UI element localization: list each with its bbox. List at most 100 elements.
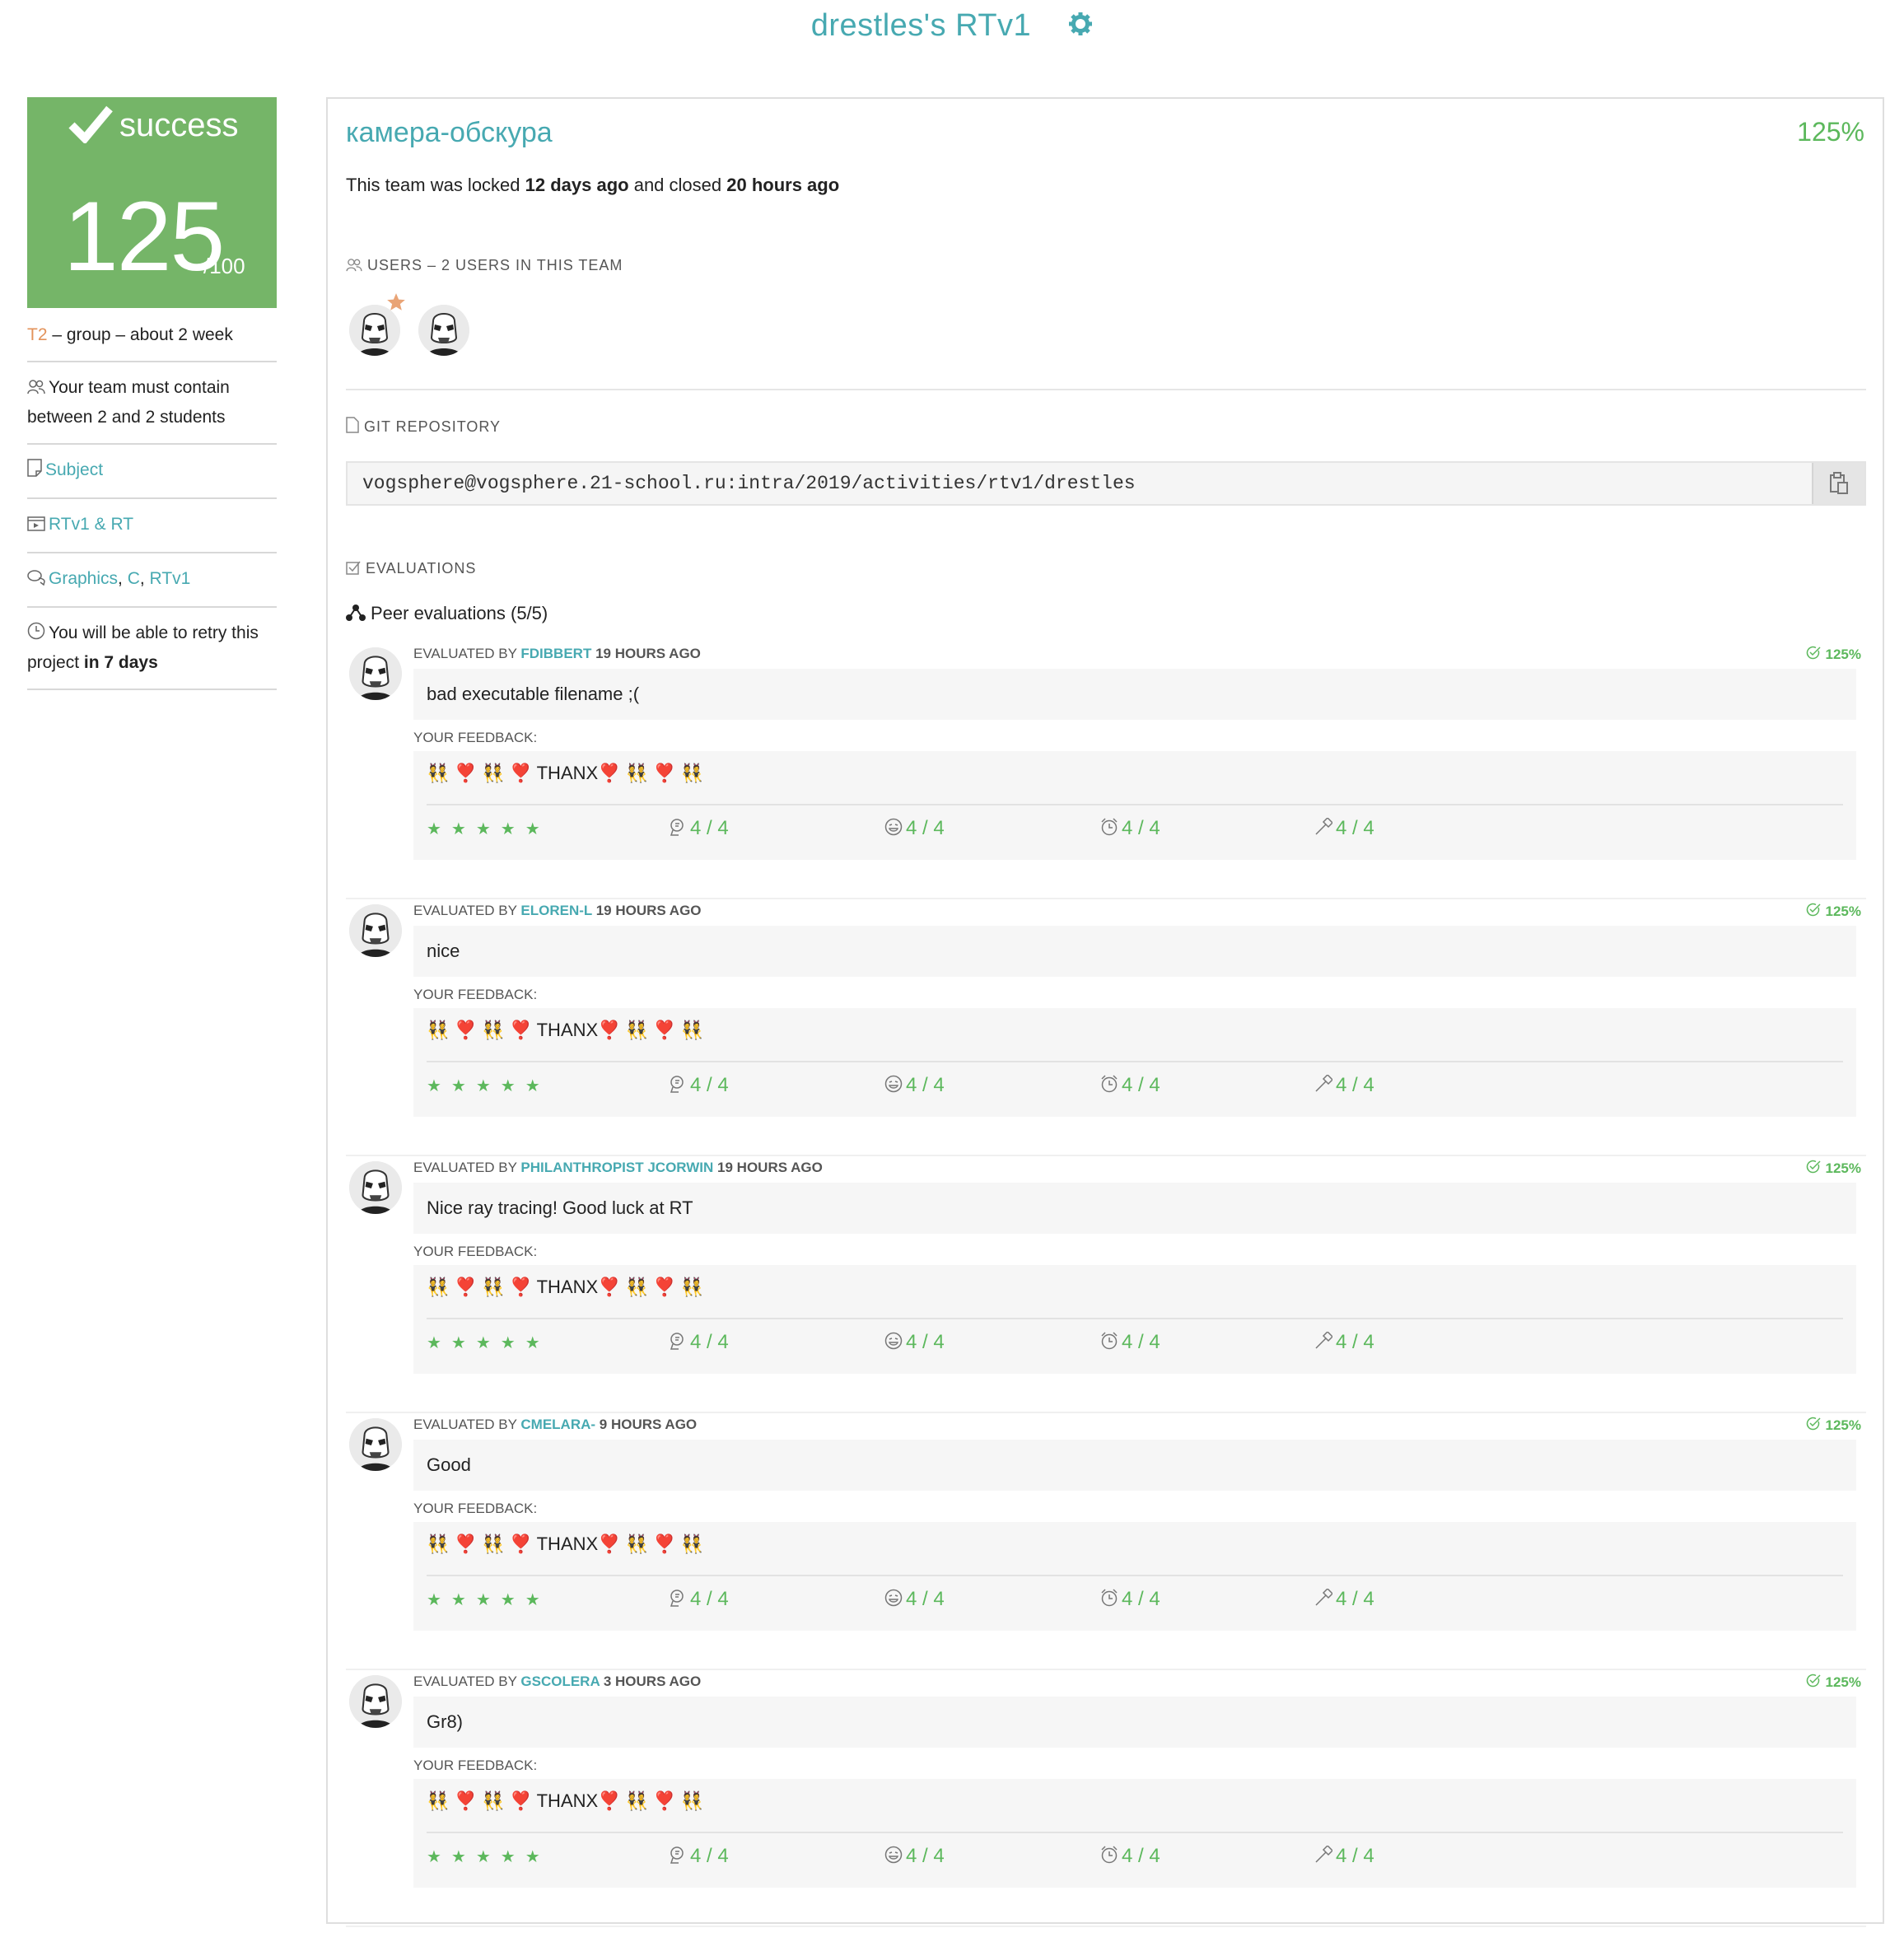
evaluation-item: EVALUATED BY FDIBBERT 19 HOURS AGO 125% … <box>346 642 1866 899</box>
evaluator-avatar[interactable] <box>349 1161 402 1214</box>
evaluator-login[interactable]: PHILANTHROPIST JCORWIN <box>520 1160 713 1175</box>
evaluator-login[interactable]: ELOREN-L <box>520 903 592 918</box>
check-circle-icon <box>1806 903 1821 922</box>
smiley-icon <box>884 1332 903 1356</box>
evaluation-score: 125% <box>1806 1160 1861 1179</box>
evaluations-label-text: EVALUATIONS <box>366 560 477 577</box>
smiley-icon <box>884 1075 903 1099</box>
git-url[interactable]: vogsphere@vogsphere.21-school.ru:intra/2… <box>362 473 1136 494</box>
evaluation-percentage: 125% <box>1825 1674 1861 1690</box>
document-icon <box>27 458 42 486</box>
smiley-icon <box>884 1589 903 1613</box>
evaluation-time: 3 HOURS AGO <box>600 1674 702 1689</box>
feedback-divider <box>427 804 1843 805</box>
evaluator-login[interactable]: GSCOLERA <box>520 1674 600 1689</box>
rating-stars: ★★★★★ <box>427 1848 550 1866</box>
users-icon <box>346 259 362 276</box>
chat-icon <box>27 567 45 595</box>
criterion-rigor: 4 / 4 <box>1314 1587 1374 1613</box>
git-repository-field[interactable]: vogsphere@vogsphere.21-school.ru:intra/2… <box>346 461 1866 506</box>
evaluation-comment: Nice ray tracing! Good luck at RT <box>413 1183 1856 1234</box>
evaluator-login[interactable]: FDIBBERT <box>520 646 591 661</box>
section-divider <box>346 389 1866 390</box>
criterion-score: 4 / 4 <box>1336 1588 1374 1610</box>
head-speech-icon <box>669 1589 687 1613</box>
file-icon <box>346 417 359 437</box>
git-label-text: GIT REPOSITORY <box>364 418 502 435</box>
rating-stars: ★★★★★ <box>427 1334 550 1352</box>
users-label-text: USERS – 2 USERS IN THIS TEAM <box>367 257 623 273</box>
criterion-score: 4 / 4 <box>1336 1845 1374 1867</box>
copy-button[interactable] <box>1812 463 1864 504</box>
criterion-score: 4 / 4 <box>906 1588 945 1610</box>
evaluation-time: 9 HOURS AGO <box>595 1417 698 1432</box>
alarm-clock-icon <box>1100 1846 1118 1870</box>
retry-delay: in 7 days <box>83 653 158 672</box>
evaluator-login[interactable]: CMELARA- <box>520 1417 595 1432</box>
check-circle-icon <box>1806 1674 1821 1692</box>
evaluation-header: EVALUATED BY GSCOLERA 3 HOURS AGO <box>413 1674 701 1690</box>
hammer-icon <box>1314 1587 1334 1613</box>
star-icon <box>385 292 407 317</box>
evaluation-percentage: 125% <box>1825 903 1861 919</box>
criterion-score: 4 / 4 <box>906 817 945 839</box>
tag-c[interactable]: C <box>128 569 140 588</box>
feedback-box: 👯 ❣️ 👯 ❣️ THANX❣️ 👯 ❣️ 👯 ★★★★★ 4 / 4 4 /… <box>413 1779 1856 1888</box>
clock-icon <box>27 621 45 649</box>
evaluation-header: EVALUATED BY FDIBBERT 19 HOURS AGO <box>413 646 701 662</box>
team-avatars <box>349 293 484 356</box>
evaluator-avatar[interactable] <box>349 1675 402 1728</box>
status-box: success 125 /100 <box>27 97 277 308</box>
criterion-score: 4 / 4 <box>1336 1331 1374 1353</box>
comment-text: Gr8) <box>427 1711 463 1732</box>
criterion-interest: 4 / 4 <box>669 1331 729 1356</box>
video-link[interactable]: RTv1 & RT <box>49 515 133 534</box>
subject-link[interactable]: Subject <box>45 460 103 479</box>
criterion-score: 4 / 4 <box>1336 817 1374 839</box>
comment-text: Good <box>427 1454 471 1475</box>
alarm-clock-icon <box>1100 1332 1118 1356</box>
head-speech-icon <box>669 1332 687 1356</box>
evaluation-item: EVALUATED BY PHILANTHROPIST JCORWIN 19 H… <box>346 1156 1866 1413</box>
tag-graphics[interactable]: Graphics <box>49 569 118 588</box>
criterion-interest: 4 / 4 <box>669 1074 729 1099</box>
evaluation-score: 125% <box>1806 903 1861 922</box>
criterion-friendliness: 4 / 4 <box>884 1588 945 1613</box>
criterion-friendliness: 4 / 4 <box>884 817 945 842</box>
hammer-icon <box>1314 816 1334 842</box>
project-name[interactable]: камера-обскура <box>346 117 553 149</box>
project-title: drestles's RTv1 <box>810 8 1032 43</box>
feedback-box: 👯 ❣️ 👯 ❣️ THANX❣️ 👯 ❣️ 👯 ★★★★★ 4 / 4 4 /… <box>413 1008 1856 1117</box>
criterion-punctuality: 4 / 4 <box>1100 1588 1160 1613</box>
evaluator-avatar[interactable] <box>349 904 402 957</box>
closed-prefix: and closed <box>628 175 727 195</box>
tag-rtv1[interactable]: RTv1 <box>150 569 191 588</box>
criterion-score: 4 / 4 <box>906 1845 945 1867</box>
criterion-score: 4 / 4 <box>1122 817 1160 839</box>
sidebar: success 125 /100 T2 – group – about 2 we… <box>27 97 277 690</box>
criterion-score: 4 / 4 <box>690 1588 729 1610</box>
feedback-text: 👯 ❣️ 👯 ❣️ THANX❣️ 👯 ❣️ 👯 <box>427 1534 704 1554</box>
team-rule-row: Your team must contain between 2 and 2 s… <box>27 362 277 445</box>
gear-icon[interactable] <box>1068 9 1093 44</box>
tier-label: T2 <box>27 325 48 344</box>
criterion-score: 4 / 4 <box>1122 1588 1160 1610</box>
evaluator-avatar[interactable] <box>349 647 402 700</box>
criterion-score: 4 / 4 <box>690 817 729 839</box>
rating-stars: ★★★★★ <box>427 1077 550 1095</box>
nodes-icon <box>346 604 366 627</box>
criterion-friendliness: 4 / 4 <box>884 1331 945 1356</box>
evaluation-comment: nice <box>413 926 1856 977</box>
locked-when: 12 days ago <box>525 175 629 195</box>
evaluation-percentage: 125% <box>1825 1160 1861 1176</box>
head-speech-icon <box>669 818 687 842</box>
alarm-clock-icon <box>1100 1075 1118 1099</box>
criterion-punctuality: 4 / 4 <box>1100 1331 1160 1356</box>
feedback-label: YOUR FEEDBACK: <box>413 987 538 1002</box>
evaluations-section-label: EVALUATIONS <box>346 560 476 579</box>
avatar[interactable] <box>418 305 470 356</box>
evaluation-comment: Gr8) <box>413 1697 1856 1748</box>
status-label: success <box>119 107 239 143</box>
criterion-score: 4 / 4 <box>690 1331 729 1353</box>
evaluator-avatar[interactable] <box>349 1418 402 1471</box>
